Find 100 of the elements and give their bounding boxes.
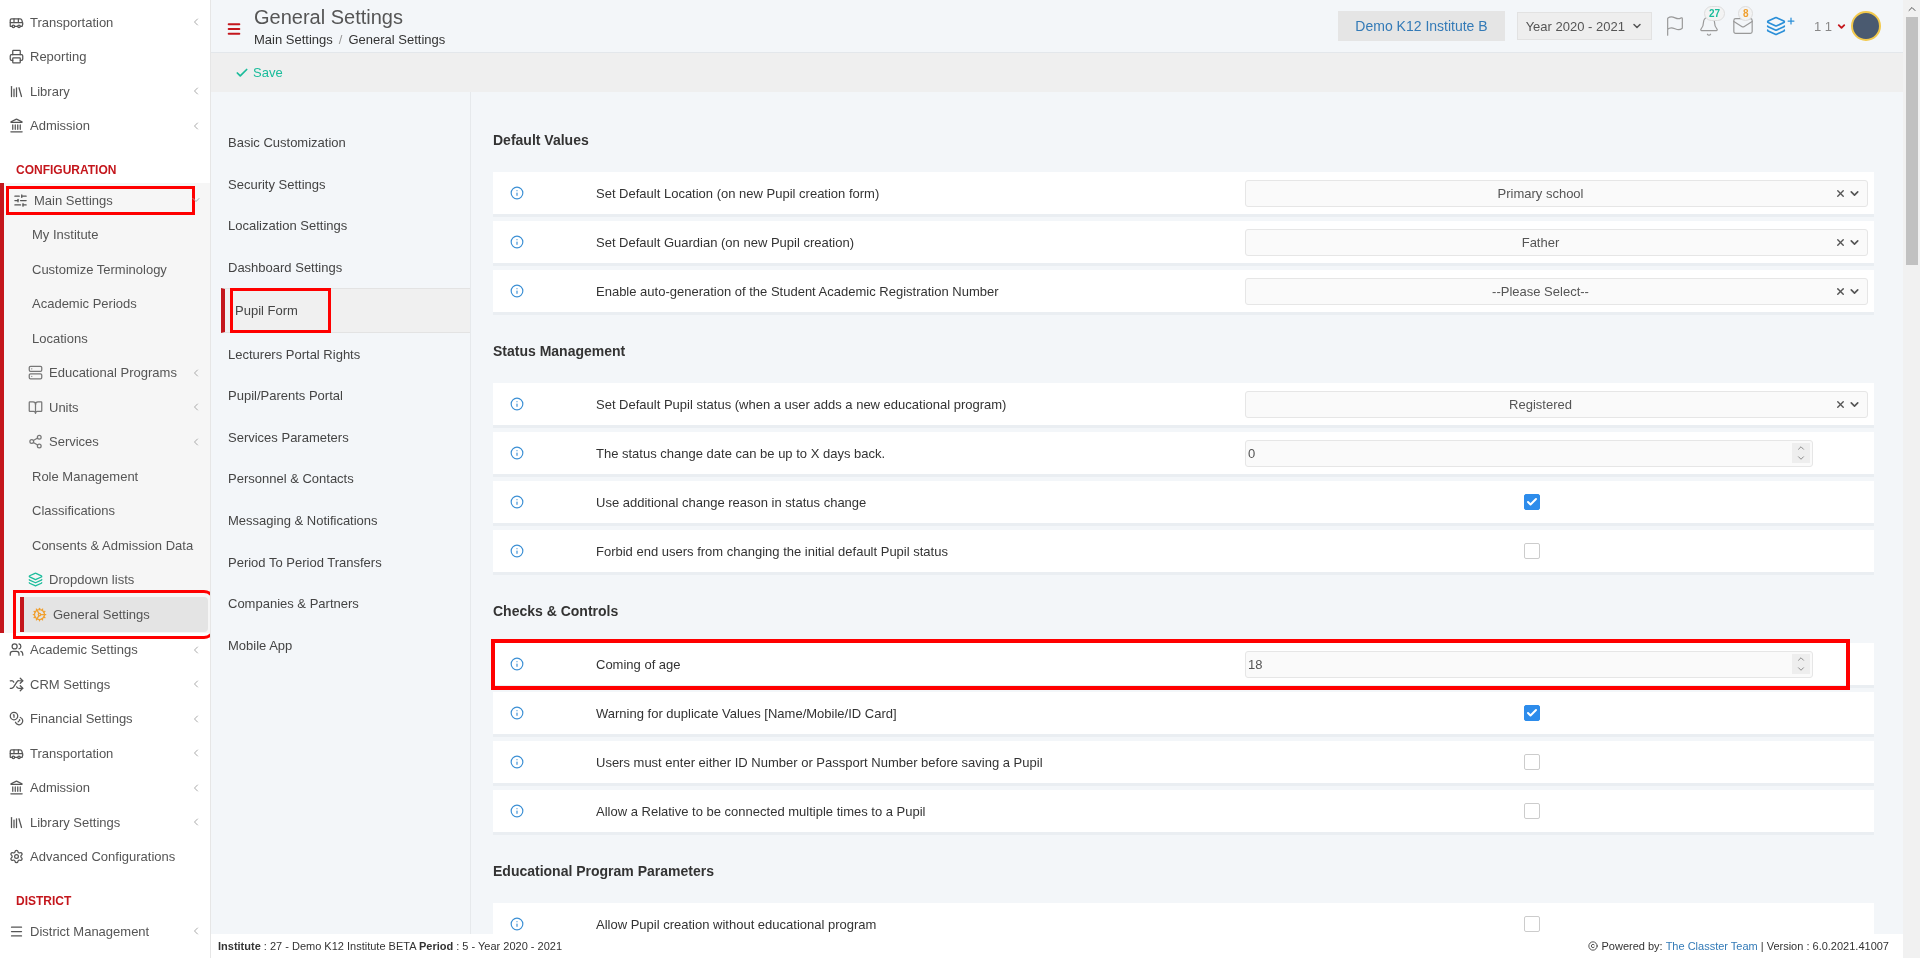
team-link[interactable]: The Classter Team xyxy=(1665,940,1758,952)
info-icon[interactable] xyxy=(510,755,524,769)
checkbox[interactable] xyxy=(1524,916,1540,932)
settings-menu-item[interactable]: Period To Period Transfers xyxy=(211,541,470,583)
sidebar-item[interactable]: Admission xyxy=(0,770,210,805)
sidebar-item[interactable]: Academic Settings xyxy=(0,632,210,667)
powered-by-text: Powered by: xyxy=(1601,940,1663,952)
clear-icon[interactable] xyxy=(1835,187,1846,199)
sidebar-item[interactable]: Dropdown lists xyxy=(4,562,210,597)
section-heading: Checks & Controls xyxy=(493,602,620,621)
sidebar-item[interactable]: Locations xyxy=(4,321,210,356)
check-icon xyxy=(1526,707,1538,719)
settings-menu-item[interactable]: Companies & Partners xyxy=(211,582,470,625)
spinner-icon[interactable] xyxy=(1792,443,1810,463)
sidebar-item[interactable]: My Institute xyxy=(4,217,210,252)
clear-icon[interactable] xyxy=(1835,285,1846,297)
sidebar-item[interactable]: Library xyxy=(0,74,210,109)
building-icon xyxy=(9,780,24,796)
check-icon xyxy=(1526,496,1538,508)
setting-label: Use additional change reason in status change xyxy=(596,494,868,510)
select-field[interactable]: Father xyxy=(1245,228,1868,256)
setting-label: Coming of age xyxy=(596,656,682,672)
select-field[interactable]: Primary school xyxy=(1245,179,1868,207)
printer-icon xyxy=(9,49,24,65)
sidebar-item[interactable]: Reporting xyxy=(0,39,210,74)
scrollbar-thumb[interactable] xyxy=(1905,17,1918,265)
menu-button[interactable] xyxy=(226,21,242,37)
page-title: General Settings xyxy=(254,5,404,29)
sidebar-item[interactable]: Units xyxy=(4,390,210,425)
institute-info: Institute : 27 - Demo K12 Institute BETA Period : 5 - Year 2020 - 2021 xyxy=(218,940,563,952)
scrollbar[interactable] xyxy=(1903,0,1920,958)
spinner-icon[interactable] xyxy=(1792,654,1810,674)
sidebar-item[interactable]: Services xyxy=(4,424,210,459)
nodes-icon xyxy=(28,434,43,450)
section-title: DISTRICT xyxy=(15,893,73,910)
settings-menu-item[interactable]: Services Parameters xyxy=(211,416,470,459)
settings-menu-item[interactable]: Pupil/Parents Portal xyxy=(211,374,470,417)
book-icon xyxy=(28,399,43,415)
info-icon[interactable] xyxy=(510,284,524,298)
sidebar-item[interactable]: District Management xyxy=(0,914,210,949)
year-dropdown[interactable]: Year 2020 - 2021 xyxy=(1516,12,1652,40)
sidebar-item[interactable]: CRM Settings xyxy=(0,667,210,702)
avatar xyxy=(1851,11,1881,41)
gear-icon xyxy=(32,606,47,622)
sidebar-item[interactable]: Main Settings xyxy=(4,183,210,218)
sidebar-item[interactable]: Transportation xyxy=(0,736,210,771)
settings-menu-item[interactable]: Basic Customization xyxy=(211,122,470,164)
number-field[interactable]: 0 xyxy=(1245,439,1813,467)
copyright-icon xyxy=(1588,941,1599,951)
sidebar-item[interactable]: Admission xyxy=(0,108,210,143)
setting-label: Warning for duplicate Values [Name/Mobile/ID Card] xyxy=(596,705,898,721)
info-icon[interactable] xyxy=(510,544,524,558)
select-field[interactable]: --Please Select-- xyxy=(1245,277,1868,305)
info-icon[interactable] xyxy=(510,446,524,460)
bell-icon[interactable] xyxy=(1697,15,1720,37)
checkbox[interactable] xyxy=(1524,803,1540,819)
select-field[interactable]: Registered xyxy=(1245,390,1868,418)
sidebar-item[interactable]: Consents & Admission Data xyxy=(4,528,210,563)
sidebar-item[interactable]: Classifications xyxy=(4,493,210,528)
clear-icon[interactable] xyxy=(1835,236,1846,248)
mail-icon[interactable] xyxy=(1731,15,1754,37)
info-icon[interactable] xyxy=(510,657,524,671)
checkbox[interactable] xyxy=(1524,543,1540,559)
sidebar-item[interactable]: Educational Programs xyxy=(4,355,210,390)
sidebar-item[interactable]: Customize Terminology xyxy=(4,252,210,287)
sidebar-item[interactable]: Library Settings xyxy=(0,805,210,840)
setting-label: Set Default Pupil status (when a user adds a new educational program) xyxy=(596,396,1008,412)
breadcrumb-link[interactable]: General Settings xyxy=(348,32,446,47)
layers-plus-icon[interactable] xyxy=(1765,16,1796,36)
sidebar-item[interactable]: Financial Settings xyxy=(0,701,210,736)
settings-menu-item[interactable]: Pupil Form xyxy=(221,288,470,334)
checkbox[interactable] xyxy=(1524,494,1540,510)
info-icon[interactable] xyxy=(510,397,524,411)
info-icon[interactable] xyxy=(510,186,524,200)
settings-menu-item[interactable]: Mobile App xyxy=(211,624,470,667)
sidebar-item[interactable]: Transportation xyxy=(0,5,210,40)
section-heading: Default Values xyxy=(493,131,590,150)
settings-menu-item[interactable]: Lecturers Portal Rights xyxy=(211,333,470,375)
info-icon[interactable] xyxy=(510,706,524,720)
setting-label: Users must enter either ID Number or Passport Number before saving a Pupil xyxy=(596,754,1044,770)
sidebar-item[interactable]: Role Management xyxy=(4,459,210,494)
info-icon[interactable] xyxy=(510,235,524,249)
clear-icon[interactable] xyxy=(1835,398,1846,410)
settings-menu-item[interactable]: Dashboard Settings xyxy=(211,246,470,289)
sidebar-item[interactable]: Advanced Configurations xyxy=(0,839,210,874)
setting-label: Enable auto-generation of the Student Academic Registration Number xyxy=(596,283,1000,299)
people-icon xyxy=(9,642,24,658)
settings-menu-item[interactable]: Localization Settings xyxy=(211,205,470,247)
checkbox[interactable] xyxy=(1524,754,1540,770)
info-icon[interactable] xyxy=(510,495,524,509)
settings-menu-item[interactable]: Personnel & Contacts xyxy=(211,458,470,500)
settings-menu-item[interactable]: Messaging & Notifications xyxy=(211,499,470,542)
institute-button[interactable]: Demo K12 Institute B xyxy=(1338,11,1505,41)
settings-menu-item[interactable]: Security Settings xyxy=(211,163,470,206)
checkbox[interactable] xyxy=(1524,705,1540,721)
number-field[interactable]: 18 xyxy=(1245,650,1813,678)
info-icon[interactable] xyxy=(510,917,524,931)
breadcrumb-link[interactable]: Main Settings xyxy=(254,32,333,47)
sidebar-item[interactable]: Academic Periods xyxy=(4,286,210,321)
info-icon[interactable] xyxy=(510,804,524,818)
